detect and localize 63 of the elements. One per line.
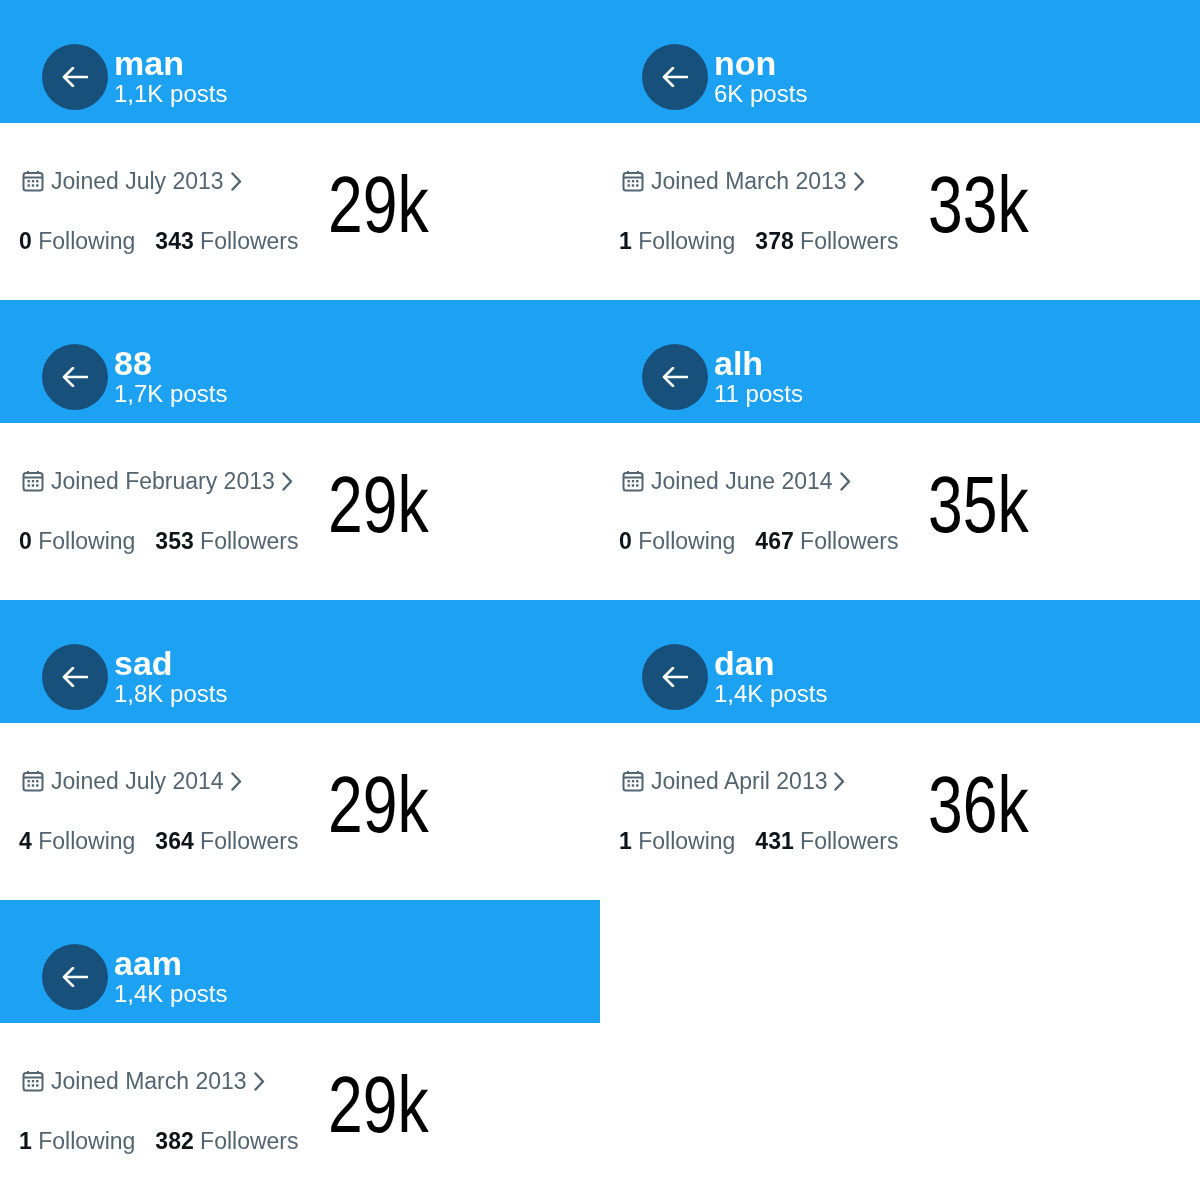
profile-name: alh [714, 346, 765, 380]
post-count: 1,1K posts [114, 80, 228, 108]
calendar-icon [22, 1070, 44, 1092]
post-count: 6K posts [714, 80, 808, 108]
back-arrow-icon [662, 367, 688, 387]
followers-link[interactable]: 378 Followers [755, 227, 899, 255]
followers-link[interactable]: 343 Followers [155, 227, 299, 255]
joined-date: Joined April 2013 [651, 768, 828, 794]
chevron-right-icon [839, 471, 851, 491]
following-link[interactable]: 4 Following [19, 827, 136, 855]
annotation-text: 29k [328, 465, 429, 551]
post-count: 1,7K posts [114, 380, 228, 408]
back-arrow-icon [62, 67, 88, 87]
followers-link[interactable]: 382 Followers [155, 1127, 299, 1155]
annotation-text: 33k [928, 165, 1029, 251]
profile-name: non [714, 46, 778, 80]
back-arrow-icon [662, 667, 688, 687]
chevron-right-icon [230, 771, 242, 791]
joined-date: Joined June 2014 [651, 468, 833, 494]
joined-date: Joined February 2013 [51, 468, 275, 494]
following-link[interactable]: 0 Following [19, 527, 136, 555]
chevron-right-icon [853, 171, 865, 191]
annotation-text: 35k [928, 465, 1029, 551]
joined-date: Joined March 2013 [651, 168, 847, 194]
following-link[interactable]: 1 Following [619, 227, 736, 255]
followers-link[interactable]: 431 Followers [755, 827, 899, 855]
followers-link[interactable]: 353 Followers [155, 527, 299, 555]
profile-name: dan [714, 646, 776, 680]
calendar-icon [622, 170, 644, 192]
chevron-right-icon [253, 1071, 265, 1091]
followers-link[interactable]: 364 Followers [155, 827, 299, 855]
back-arrow-icon [62, 367, 88, 387]
profile-name: aam [114, 946, 184, 980]
followers-link[interactable]: 467 Followers [755, 527, 899, 555]
post-count: 1,4K posts [114, 980, 228, 1008]
chevron-right-icon [230, 171, 242, 191]
annotation-text: 29k [328, 765, 429, 851]
chevron-right-icon [281, 471, 293, 491]
profile-name: sad [114, 646, 174, 680]
joined-date: Joined July 2014 [51, 768, 224, 794]
calendar-icon [22, 170, 44, 192]
chevron-right-icon [834, 771, 846, 791]
following-link[interactable]: 0 Following [19, 227, 136, 255]
annotation-text: 29k [328, 1065, 429, 1151]
back-arrow-icon [662, 67, 688, 87]
post-count: 1,8K posts [114, 680, 228, 708]
profile-name: man [114, 46, 185, 80]
back-arrow-icon [62, 667, 88, 687]
following-link[interactable]: 1 Following [19, 1127, 136, 1155]
profile-name: 88 [114, 346, 153, 380]
annotation-text: 36k [928, 765, 1029, 851]
joined-date: Joined July 2013 [51, 168, 224, 194]
post-count: 1,4K posts [714, 680, 828, 708]
following-link[interactable]: 0 Following [619, 527, 736, 555]
back-arrow-icon [62, 967, 88, 987]
calendar-icon [622, 470, 644, 492]
calendar-icon [622, 770, 644, 792]
following-link[interactable]: 1 Following [619, 827, 736, 855]
post-count: 11 posts [714, 380, 803, 408]
calendar-icon [22, 770, 44, 792]
joined-date: Joined March 2013 [51, 1068, 247, 1094]
annotation-text: 29k [328, 165, 429, 251]
calendar-icon [22, 470, 44, 492]
